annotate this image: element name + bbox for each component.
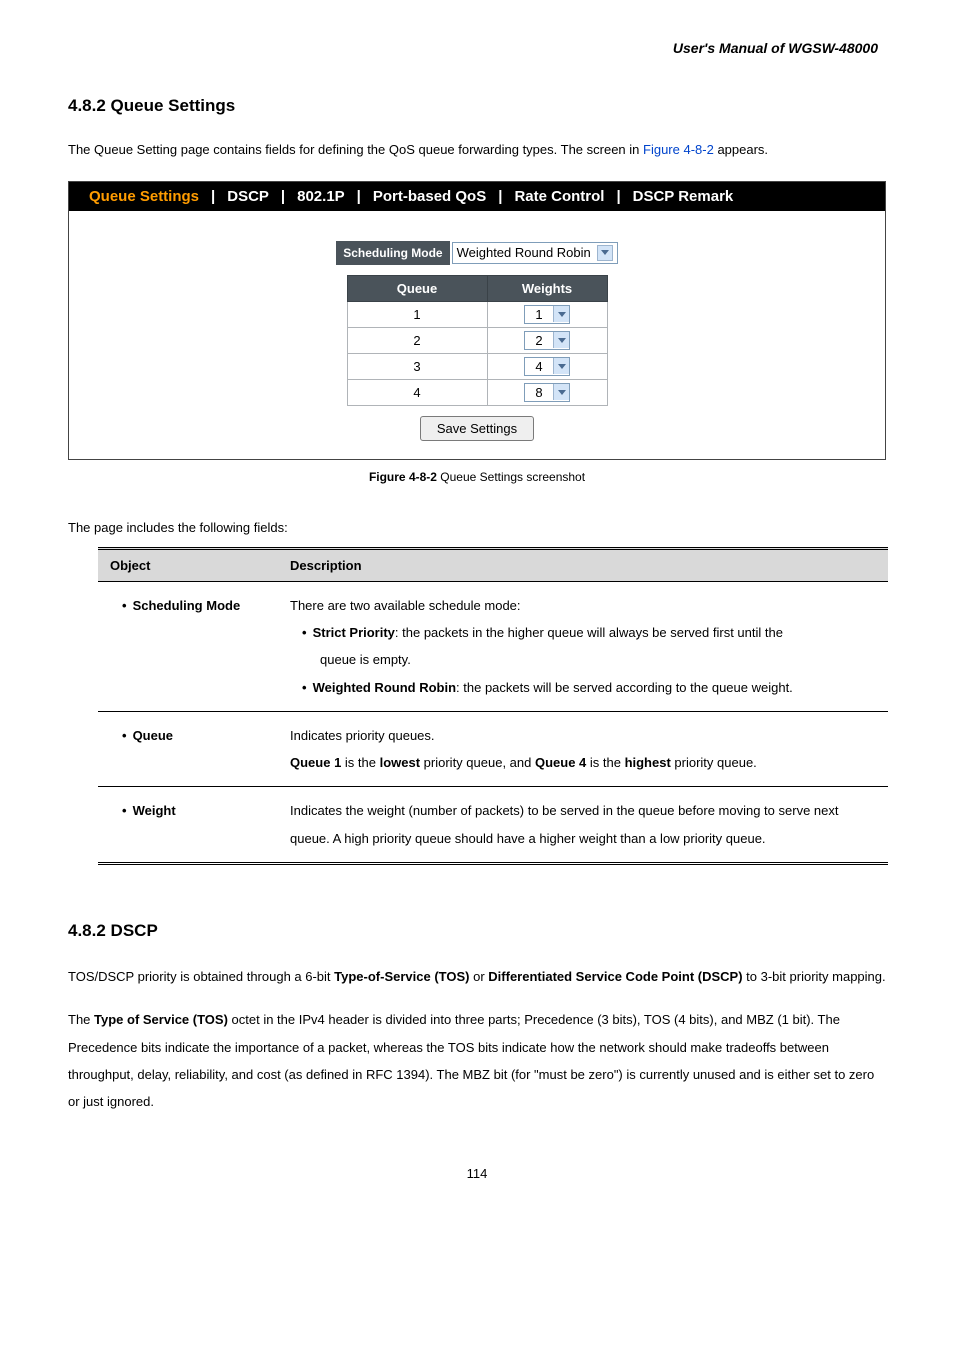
table-row: 3 4: [347, 353, 607, 379]
table-row: 1 1: [347, 301, 607, 327]
chevron-down-icon: [553, 306, 569, 322]
weight-select[interactable]: 1: [524, 305, 570, 324]
weight-value: 4: [525, 358, 553, 375]
dscp-para2: The Type of Service (TOS) octet in the I…: [68, 1006, 886, 1115]
weight-select[interactable]: 2: [524, 331, 570, 350]
description-cell: Indicates the weight (number of packets)…: [278, 787, 888, 864]
page-number: 114: [68, 1166, 886, 1181]
chevron-down-icon: [553, 358, 569, 374]
section-title: DSCP: [111, 921, 158, 940]
weight-value: 8: [525, 384, 553, 401]
weight-select[interactable]: 4: [524, 357, 570, 376]
queue-settings-screenshot: Queue Settings | DSCP | 802.1P | Port-ba…: [68, 181, 886, 460]
table-row: Scheduling Mode There are two available …: [98, 581, 888, 711]
tab-separator: |: [614, 188, 622, 205]
object-header: Object: [98, 548, 278, 581]
section-heading-dscp: 4.8.2 DSCP: [68, 921, 886, 941]
description-cell: There are two available schedule mode: S…: [278, 581, 888, 711]
table-row: 2 2: [347, 327, 607, 353]
table-row: 4 8: [347, 379, 607, 405]
section-number: 4.8.2: [68, 921, 106, 940]
tab-rate-control[interactable]: Rate Control: [504, 186, 614, 207]
chevron-down-icon: [597, 245, 613, 261]
weights-header: Weights: [487, 275, 607, 301]
chevron-down-icon: [553, 332, 569, 348]
section-heading-queue-settings: 4.8.2 Queue Settings: [68, 96, 886, 116]
object-label: Weight: [133, 803, 176, 818]
figure-link: Figure 4-8-2: [643, 142, 714, 157]
weight-value: 2: [525, 332, 553, 349]
section-title: Queue Settings: [111, 96, 236, 115]
queue-cell: 3: [347, 353, 487, 379]
table-row: Weight Indicates the weight (number of p…: [98, 787, 888, 864]
manual-title: User's Manual of WGSW-48000: [68, 40, 886, 56]
queue-cell: 1: [347, 301, 487, 327]
weight-value: 1: [525, 306, 553, 323]
tab-separator: |: [279, 188, 287, 205]
scheduling-mode-label: Scheduling Mode: [336, 241, 449, 265]
weight-select[interactable]: 8: [524, 383, 570, 402]
tab-queue-settings[interactable]: Queue Settings: [79, 186, 209, 207]
save-settings-button[interactable]: Save Settings: [420, 416, 534, 441]
scheduling-mode-select[interactable]: Weighted Round Robin: [452, 242, 618, 264]
description-header: Description: [278, 548, 888, 581]
queue-header: Queue: [347, 275, 487, 301]
intro-paragraph: The Queue Setting page contains fields f…: [68, 138, 886, 163]
scheduling-mode-value: Weighted Round Robin: [457, 245, 591, 260]
tab-bar: Queue Settings | DSCP | 802.1P | Port-ba…: [69, 182, 885, 211]
object-label: Queue: [133, 728, 173, 743]
queue-cell: 4: [347, 379, 487, 405]
dscp-para1: TOS/DSCP priority is obtained through a …: [68, 963, 886, 990]
object-label: Scheduling Mode: [133, 598, 241, 613]
figure-caption: Figure 4-8-2 Queue Settings screenshot: [68, 470, 886, 484]
table-row: Queue Indicates priority queues. Queue 1…: [98, 711, 888, 787]
tab-port-qos[interactable]: Port-based QoS: [363, 186, 496, 207]
description-table: Object Description Scheduling Mode There…: [98, 547, 888, 865]
chevron-down-icon: [553, 384, 569, 400]
fields-intro: The page includes the following fields:: [68, 520, 886, 535]
tab-separator: |: [355, 188, 363, 205]
queue-weights-table: Queue Weights 1 1 2 2 3 4 4 8: [347, 275, 608, 406]
queue-cell: 2: [347, 327, 487, 353]
tab-8021p[interactable]: 802.1P: [287, 186, 355, 207]
tab-separator: |: [209, 188, 217, 205]
tab-dscp[interactable]: DSCP: [217, 186, 279, 207]
section-number: 4.8.2: [68, 96, 106, 115]
tab-separator: |: [496, 188, 504, 205]
tab-dscp-remark[interactable]: DSCP Remark: [623, 186, 744, 207]
description-cell: Indicates priority queues. Queue 1 is th…: [278, 711, 888, 787]
